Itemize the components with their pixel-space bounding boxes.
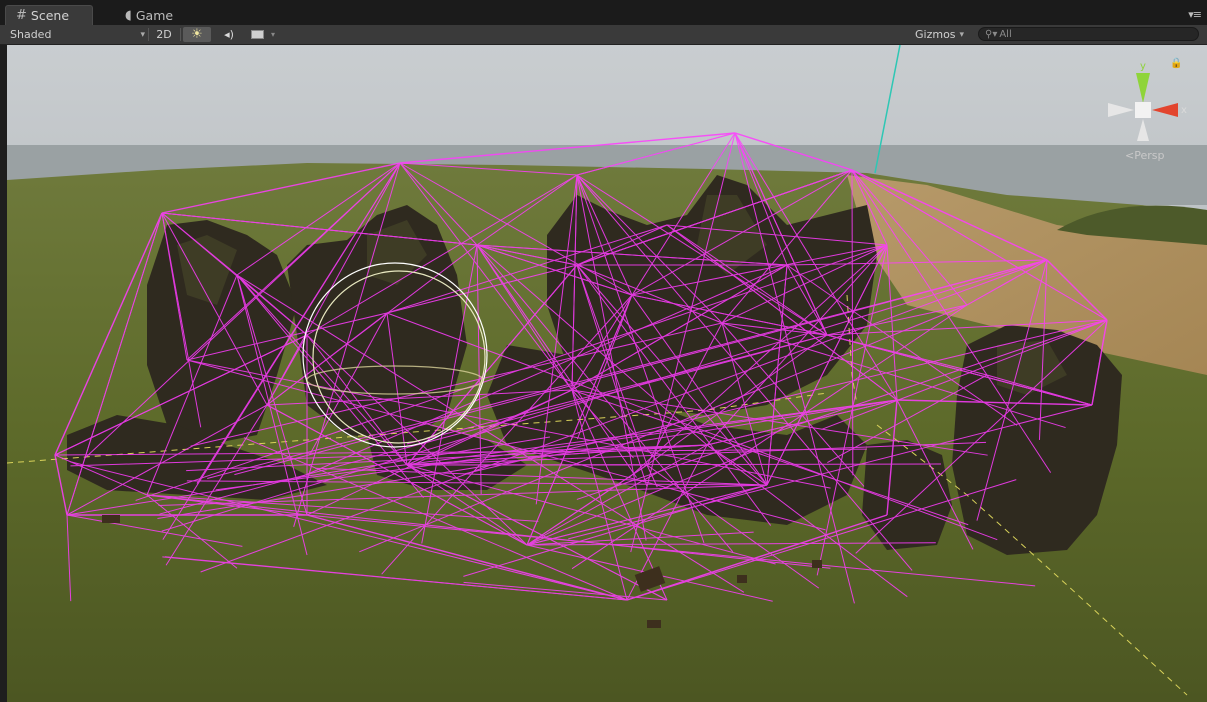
pacman-icon: ◖ xyxy=(125,7,132,23)
tab-scene[interactable]: # Scene xyxy=(5,5,93,25)
x-axis-label: x xyxy=(1181,105,1187,116)
hash-icon: # xyxy=(16,8,27,23)
shading-mode-dropdown[interactable]: Shaded ▾ xyxy=(10,27,145,42)
gizmos-label: Gizmos xyxy=(915,28,956,41)
shading-mode-value: Shaded xyxy=(10,28,52,41)
scene-viewport[interactable]: y x 🔒 <Persp xyxy=(7,45,1207,702)
toolbar-divider xyxy=(148,28,149,41)
gizmos-dropdown[interactable]: Gizmos ▾ xyxy=(915,27,975,42)
neg-x-cone[interactable] xyxy=(1108,103,1134,117)
search-placeholder: All xyxy=(999,28,1012,40)
neg-y-cone[interactable] xyxy=(1137,119,1149,141)
projection-text: Persp xyxy=(1134,149,1165,162)
toggle-2d-button[interactable]: 2D xyxy=(152,27,176,42)
lock-icon[interactable]: 🔒 xyxy=(1170,58,1182,69)
x-axis-cone[interactable] xyxy=(1152,103,1178,117)
y-axis-label: y xyxy=(1140,61,1146,72)
y-axis-cone[interactable] xyxy=(1136,73,1150,103)
speaker-icon[interactable]: ◂) xyxy=(217,27,241,42)
chevron-down-icon: ▾ xyxy=(959,29,965,40)
sun-icon[interactable]: ☀ xyxy=(183,27,211,42)
search-input[interactable]: ⚲▾ All xyxy=(978,27,1199,41)
search-icon: ⚲▾ xyxy=(985,28,998,40)
scene-toolbar: Shaded ▾ 2D ☀ ◂) ▾ Gizmos ▾ ⚲▾ All xyxy=(0,25,1207,45)
chevron-down-icon: ▾ xyxy=(140,29,145,40)
tab-scene-label: Scene xyxy=(30,8,70,23)
scene-window: # Scene ◖ Game ▾≡ Shaded ▾ 2D ☀ ◂) ▾ Giz… xyxy=(0,0,1207,702)
toolbar-divider xyxy=(180,28,181,41)
tab-game[interactable]: ◖ Game xyxy=(115,5,183,25)
effects-dropdown-icon[interactable]: ▾ xyxy=(268,27,278,42)
center-cube[interactable] xyxy=(1135,102,1151,118)
persp-arrow-icon: < xyxy=(1125,149,1135,162)
tab-game-label: Game xyxy=(135,7,174,23)
projection-label[interactable]: <Persp xyxy=(1125,149,1185,162)
scene-render xyxy=(7,45,1207,702)
image-icon[interactable] xyxy=(246,27,268,42)
tab-bar: # Scene ◖ Game ▾≡ xyxy=(0,0,1207,25)
tab-menu-icon[interactable]: ▾≡ xyxy=(1188,8,1202,21)
